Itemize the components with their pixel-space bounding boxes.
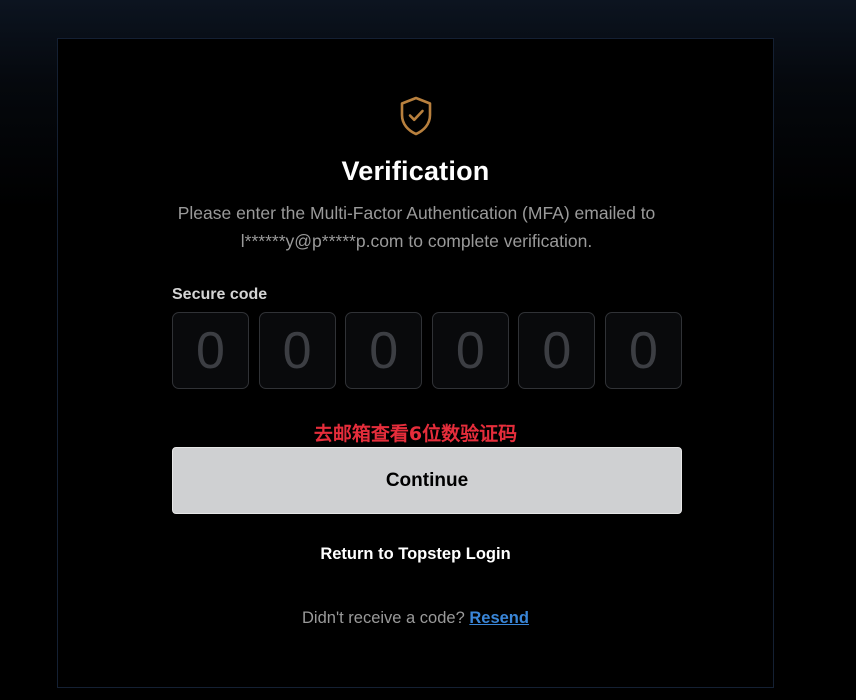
hint-annotation: 去邮箱查看6位数验证码 xyxy=(313,423,518,445)
resend-link[interactable]: Resend xyxy=(469,609,529,627)
code-digit-input-5[interactable]: 0 xyxy=(518,312,596,389)
verification-card: Verification Please enter the Multi-Fact… xyxy=(57,38,774,688)
code-digit-input-4[interactable]: 0 xyxy=(431,312,509,389)
secure-code-inputs: 0 0 0 0 0 0 xyxy=(172,312,682,389)
code-digit-input-1[interactable]: 0 xyxy=(172,312,249,389)
code-digit-input-3[interactable]: 0 xyxy=(345,312,423,389)
return-to-login-link[interactable]: Return to Topstep Login xyxy=(58,545,773,564)
secure-code-label: Secure code xyxy=(172,286,268,303)
resend-row: Didn't receive a code? Resend xyxy=(58,609,773,628)
page-title: Verification xyxy=(341,156,490,186)
code-digit-input-2[interactable]: 0 xyxy=(258,312,336,389)
shield-check-icon xyxy=(400,96,432,136)
verification-description: Please enter the Multi-Factor Authentica… xyxy=(177,203,656,251)
continue-button[interactable]: Continue xyxy=(172,447,682,514)
resend-prompt: Didn't receive a code? xyxy=(302,609,465,627)
code-digit-input-6[interactable]: 0 xyxy=(604,312,682,389)
